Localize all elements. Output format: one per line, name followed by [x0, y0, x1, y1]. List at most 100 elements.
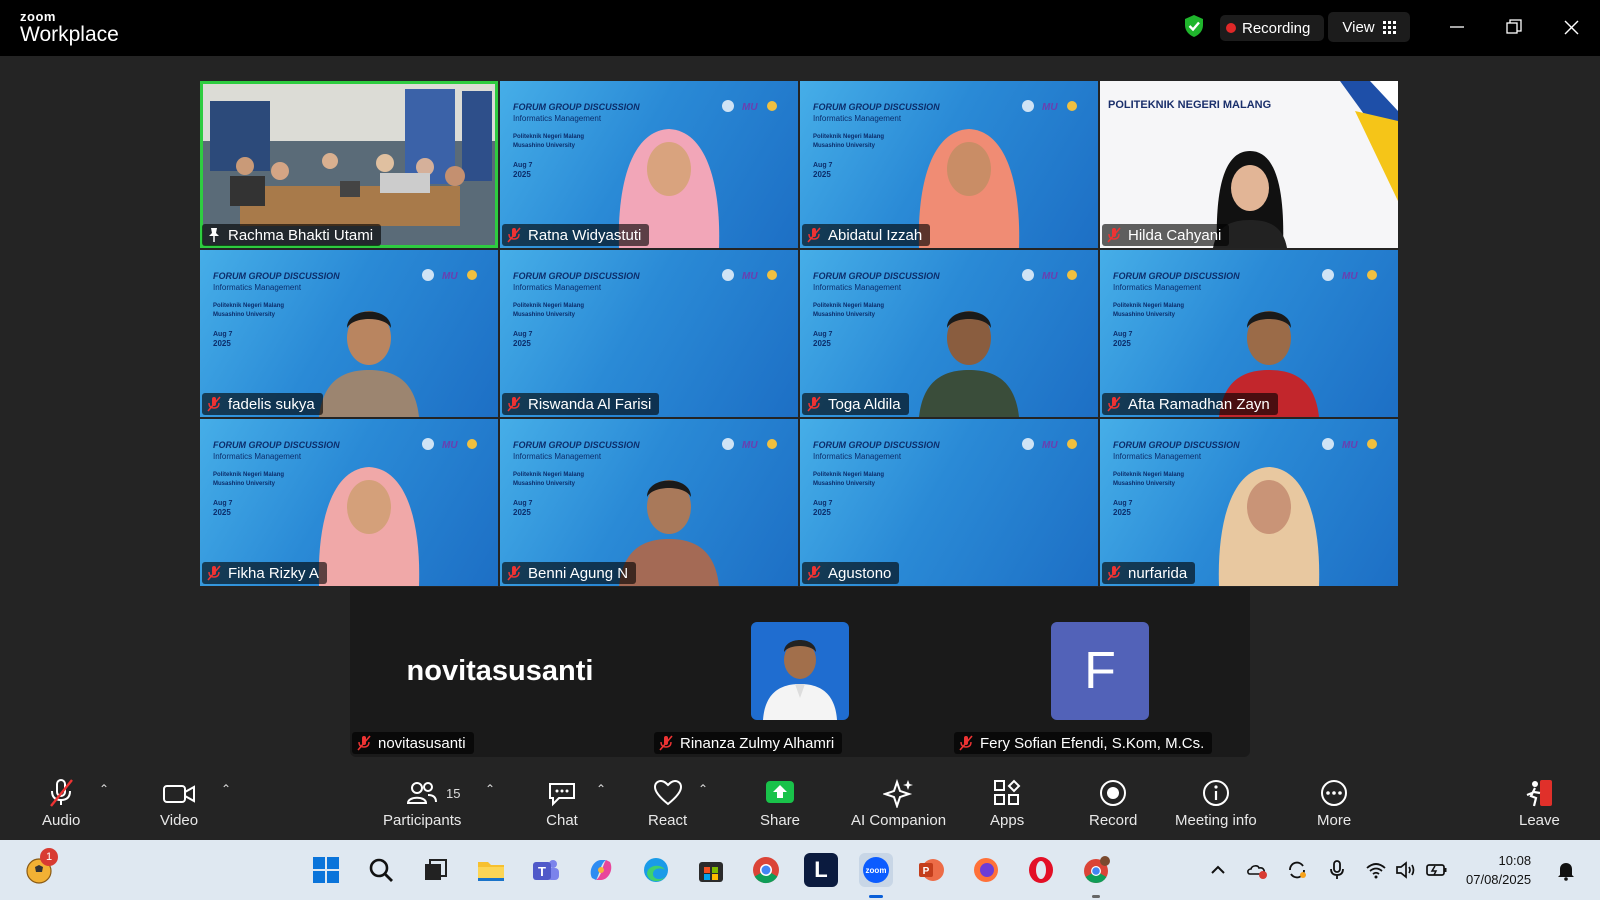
opera-button[interactable]	[1024, 853, 1058, 887]
video-label: Video	[160, 812, 199, 829]
notification-bell-icon[interactable]	[1554, 858, 1578, 882]
search-button[interactable]	[364, 853, 398, 887]
participant-name: Ratna Widyastuti	[528, 226, 642, 244]
participant-tile[interactable]: FORUM GROUP DISCUSSION Informatics Manage…	[1100, 419, 1398, 586]
share-button[interactable]: Share	[760, 778, 800, 829]
slide-institutions: Politeknik Negeri Malang Musashino Univer…	[513, 303, 585, 318]
participant-tile[interactable]: FORUM GROUP DISCUSSION Informatics Manage…	[500, 81, 798, 248]
minimize-button[interactable]	[1437, 10, 1477, 44]
participant-name-tag: Riswanda Al Farisi	[502, 393, 660, 415]
task-view-button[interactable]	[419, 853, 453, 887]
participant-name-tag: Afta Ramadhan Zayn	[1102, 393, 1278, 415]
start-button[interactable]	[309, 853, 343, 887]
copilot-button[interactable]	[584, 853, 618, 887]
participant-tile[interactable]: POLITEKNIK NEGERI MALANG Hilda Cahyani	[1100, 81, 1398, 248]
more-dots-icon	[1321, 780, 1348, 806]
participant-tile[interactable]: FORUM GROUP DISCUSSION Informatics Manage…	[1100, 250, 1398, 417]
leave-label: Leave	[1519, 812, 1560, 829]
participant-tile[interactable]: FORUM GROUP DISCUSSION Informatics Manage…	[500, 419, 798, 586]
wifi-icon[interactable]	[1364, 858, 1388, 882]
zoom-app-button[interactable]: zoom	[859, 853, 893, 887]
mic-muted-icon	[1107, 227, 1121, 243]
edge-button[interactable]	[639, 853, 673, 887]
ai-companion-label: AI Companion	[851, 812, 947, 829]
chrome-profile-button[interactable]	[1079, 853, 1113, 887]
meeting-info-button[interactable]: Meeting info	[1175, 778, 1257, 829]
audio-button[interactable]: Audio	[42, 778, 80, 829]
system-clock[interactable]: 10:08 07/08/2025	[1466, 851, 1531, 889]
l-app-button[interactable]: L	[804, 853, 838, 887]
clock-time: 10:08	[1498, 853, 1532, 868]
slide-subtitle: Informatics Management	[213, 452, 302, 461]
view-button[interactable]: View	[1328, 12, 1410, 42]
mic-muted-icon	[1107, 396, 1121, 412]
mic-muted-icon	[507, 396, 521, 412]
audio-options-caret[interactable]: ⌃	[99, 782, 109, 796]
profile-photo	[751, 622, 849, 720]
participant-tile[interactable]: FORUM GROUP DISCUSSION Informatics Manage…	[800, 81, 1098, 248]
apps-button[interactable]: Apps	[990, 778, 1024, 829]
leave-button[interactable]: Leave	[1519, 778, 1560, 829]
ai-companion-button[interactable]: AI Companion	[851, 778, 946, 829]
store-button[interactable]	[694, 853, 728, 887]
participant-tile[interactable]: FORUM GROUP DISCUSSION Informatics Manage…	[800, 419, 1098, 586]
participant-name-tag: Fery Sofian Efendi, S.Kom, M.Cs.	[954, 732, 1213, 754]
participant-tile[interactable]: FORUM GROUP DISCUSSION Informatics Manage…	[200, 419, 498, 586]
slide-subtitle: Informatics Management	[813, 452, 902, 461]
chat-button[interactable]: Chat	[546, 778, 578, 829]
battery-icon[interactable]	[1425, 858, 1449, 882]
participant-tile[interactable]: FORUM GROUP DISCUSSION Informatics Manage…	[500, 250, 798, 417]
slide-subtitle: Informatics Management	[213, 283, 302, 292]
chat-icon	[549, 783, 575, 807]
mic-muted-icon	[959, 735, 973, 751]
svg-text:MU: MU	[1042, 440, 1058, 451]
slide-institutions: Politeknik Negeri Malang Musashino Univer…	[1113, 303, 1185, 318]
chat-options-caret[interactable]: ⌃	[596, 782, 606, 796]
chrome-button[interactable]	[749, 853, 783, 887]
react-options-caret[interactable]: ⌃	[698, 782, 708, 796]
mic-muted-icon	[507, 227, 521, 243]
sync-icon[interactable]	[1285, 858, 1309, 882]
firefox-button[interactable]	[969, 853, 1003, 887]
participant-tile[interactable]: FORUM GROUP DISCUSSION Informatics Manage…	[200, 250, 498, 417]
more-button[interactable]: More	[1317, 778, 1351, 829]
close-button[interactable]	[1551, 10, 1591, 44]
slide-subtitle: Informatics Management	[513, 452, 602, 461]
record-button[interactable]: Record	[1089, 778, 1137, 829]
slide-date: Aug 7 2025	[213, 500, 233, 517]
participant-name-tag: Rinanza Zulmy Alhamri	[654, 732, 843, 754]
recording-indicator[interactable]: Recording	[1220, 15, 1324, 41]
recording-label: Recording	[1242, 19, 1311, 37]
participant-tile[interactable]: Rachma Bhakti Utami	[200, 81, 498, 248]
slide-date: Aug 7 2025	[1113, 500, 1133, 517]
participant-name-tag: Fikha Rizky A	[202, 562, 327, 584]
security-shield-icon[interactable]	[1183, 14, 1205, 38]
mic-muted-icon	[1107, 565, 1121, 581]
minimize-icon	[1450, 26, 1464, 28]
participants-icon	[407, 782, 438, 804]
powerpoint-button[interactable]: P	[914, 853, 948, 887]
participant-name: Toga Aldila	[828, 395, 901, 413]
participant-name-tag: Hilda Cahyani	[1102, 224, 1230, 246]
react-button[interactable]: React	[648, 778, 687, 829]
participant-tile[interactable]: FORUM GROUP DISCUSSION Informatics Manage…	[800, 250, 1098, 417]
slide-title: FORUM GROUP DISCUSSION	[813, 440, 940, 450]
video-button[interactable]: Video	[160, 778, 198, 829]
video-options-caret[interactable]: ⌃	[221, 782, 231, 796]
participant-name-tag: Rachma Bhakti Utami	[202, 224, 382, 246]
participants-label: Participants	[383, 812, 462, 829]
view-label: View	[1342, 18, 1375, 36]
microphone-icon[interactable]	[1325, 858, 1349, 882]
slide-logos: MU	[722, 269, 777, 282]
onedrive-error-icon[interactable]	[1245, 858, 1269, 882]
participants-options-caret[interactable]: ⌃	[485, 782, 495, 796]
file-explorer-button[interactable]	[474, 853, 508, 887]
participant-name-tag: Agustono	[802, 562, 900, 584]
participant-video	[1218, 467, 1320, 586]
chevron-up-icon[interactable]	[1206, 858, 1230, 882]
teams-button[interactable]: T	[529, 853, 563, 887]
volume-icon[interactable]	[1394, 858, 1418, 882]
restore-button[interactable]	[1494, 10, 1534, 44]
slide-institutions: Politeknik Negeri Malang Musashino Univer…	[813, 134, 885, 149]
mic-muted-icon	[807, 396, 821, 412]
